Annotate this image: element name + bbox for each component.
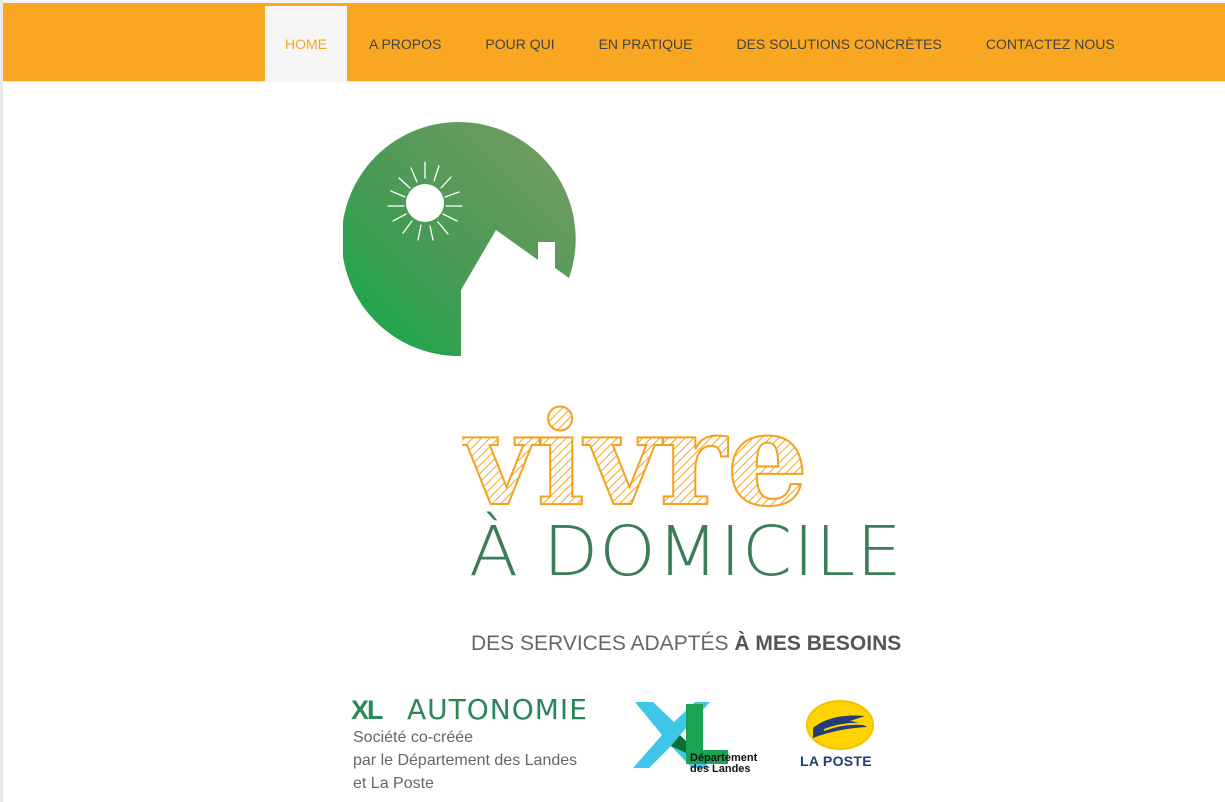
hero-tagline: DES SERVICES ADAPTÉS À MES BESOINS: [471, 631, 901, 656]
description-line-1: Société co-créée: [353, 729, 474, 746]
house-sun-icon: [343, 122, 576, 357]
nav-pour-qui[interactable]: POUR QUI: [463, 6, 576, 82]
nav-contactez-nous[interactable]: CONTACTEZ NOUS: [964, 6, 1137, 82]
la-poste-label: LA POSTE: [800, 753, 872, 769]
landes-label: des Landes: [690, 763, 751, 775]
nav-solutions-concretes[interactable]: DES SOLUTIONS CONCRÈTES: [714, 6, 963, 82]
page: HOME A PROPOS POUR QUI EN PRATIQUE DES S…: [0, 0, 1225, 802]
tagline-prefix: DES SERVICES ADAPTÉS: [471, 632, 729, 655]
description-line-2: par le Département des Landes: [353, 752, 578, 769]
xl-logo-text: XL: [351, 695, 383, 725]
a-domicile-title: À DOMICILE: [469, 512, 903, 592]
tagline-strong: À MES BESOINS: [734, 632, 902, 655]
autonomie-logo-text: AUTONOMIE: [407, 693, 588, 726]
description-line-3: et La Poste: [353, 775, 434, 792]
vivre-title: vivre: [462, 384, 809, 520]
nav-en-pratique[interactable]: EN PRATIQUE: [577, 6, 715, 82]
xl-autonomie-description: Société co-créée par le Département des …: [353, 726, 603, 795]
main-menu: HOME A PROPOS POUR QUI EN PRATIQUE DES S…: [265, 6, 1137, 82]
departement-landes-text: Département des Landes: [690, 753, 757, 775]
vivre-text: vivre: [462, 385, 808, 520]
top-navigation: HOME A PROPOS POUR QUI EN PRATIQUE DES S…: [3, 0, 1225, 82]
nav-a-propos[interactable]: A PROPOS: [347, 6, 463, 82]
nav-home[interactable]: HOME: [265, 6, 347, 82]
xl-autonomie-logo: XL AUTONOMIE: [351, 693, 591, 726]
